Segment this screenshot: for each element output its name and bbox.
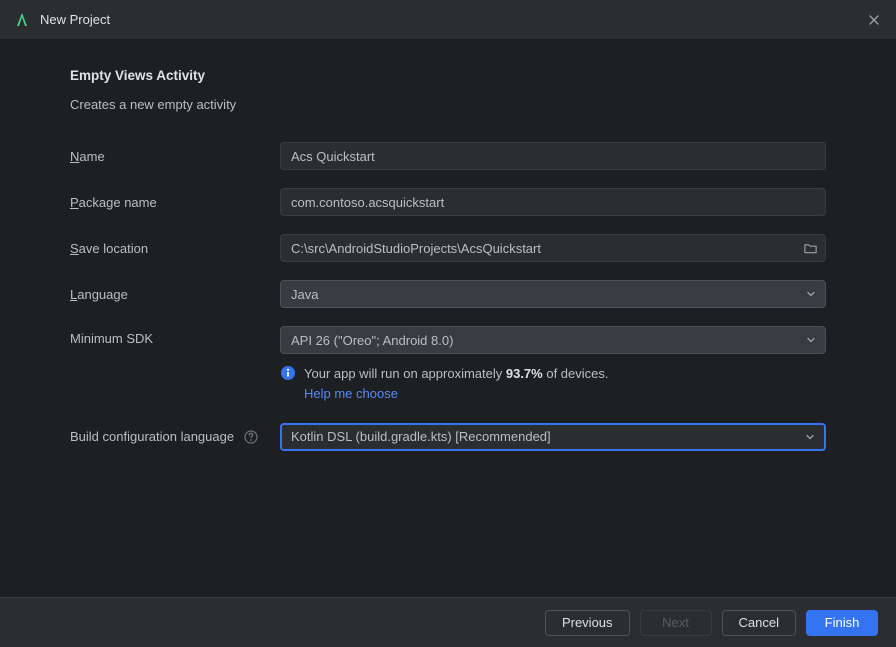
label-name: Name <box>70 149 280 164</box>
titlebar: New Project <box>0 0 896 40</box>
package-name-input[interactable] <box>280 188 826 216</box>
row-save-location: Save location <box>70 234 826 262</box>
help-me-choose-link[interactable]: Help me choose <box>304 386 398 401</box>
label-package: Package name <box>70 195 280 210</box>
row-build-lang: Build configuration language Kotlin DSL … <box>70 423 826 451</box>
browse-folder-icon[interactable] <box>802 240 818 256</box>
row-name: Name <box>70 142 826 170</box>
close-icon[interactable] <box>866 12 882 28</box>
help-icon[interactable] <box>244 430 258 444</box>
min-sdk-info: Your app will run on approximately 93.7%… <box>280 364 826 401</box>
language-select-value: Java <box>291 287 318 302</box>
label-save-location: Save location <box>70 241 280 256</box>
cancel-button[interactable]: Cancel <box>722 610 796 636</box>
min-sdk-select[interactable]: API 26 ("Oreo"; Android 8.0) <box>280 326 826 354</box>
name-input[interactable] <box>280 142 826 170</box>
dialog-footer: Previous Next Cancel Finish <box>0 597 896 647</box>
android-studio-icon <box>14 12 30 28</box>
min-sdk-info-text: Your app will run on approximately 93.7%… <box>304 364 609 384</box>
page-title: Empty Views Activity <box>70 68 826 83</box>
row-min-sdk: Minimum SDK API 26 ("Oreo"; Android 8.0) <box>70 326 826 401</box>
row-language: Language Java <box>70 280 826 308</box>
language-select[interactable]: Java <box>280 280 826 308</box>
label-build-lang: Build configuration language <box>70 429 280 445</box>
info-icon <box>280 365 296 381</box>
build-lang-select[interactable]: Kotlin DSL (build.gradle.kts) [Recommend… <box>280 423 826 451</box>
finish-button[interactable]: Finish <box>806 610 878 636</box>
window-title: New Project <box>40 12 110 27</box>
min-sdk-select-value: API 26 ("Oreo"; Android 8.0) <box>291 333 453 348</box>
label-language: Language <box>70 287 280 302</box>
chevron-down-icon <box>805 334 817 346</box>
chevron-down-icon <box>805 288 817 300</box>
save-location-input[interactable] <box>280 234 826 262</box>
build-lang-select-value: Kotlin DSL (build.gradle.kts) [Recommend… <box>291 429 551 444</box>
page-description: Creates a new empty activity <box>70 97 826 112</box>
chevron-down-icon <box>804 431 816 443</box>
label-min-sdk: Minimum SDK <box>70 326 280 346</box>
previous-button[interactable]: Previous <box>545 610 630 636</box>
next-button: Next <box>640 610 712 636</box>
row-package: Package name <box>70 188 826 216</box>
dialog-content: Empty Views Activity Creates a new empty… <box>0 40 896 597</box>
